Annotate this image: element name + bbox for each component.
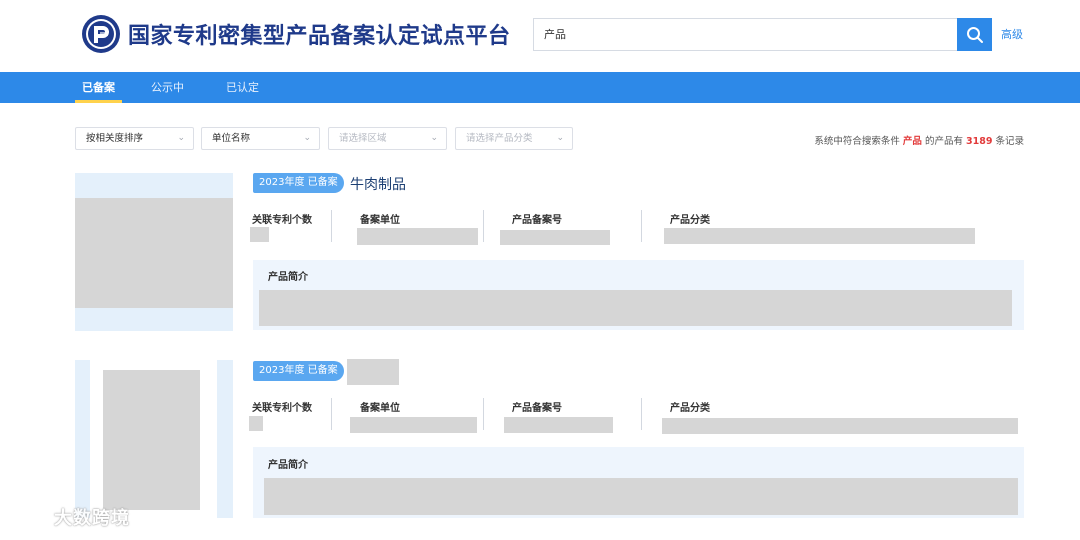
status-badge: 2023年度 已备案	[253, 173, 344, 193]
label-product-category: 产品分类	[670, 403, 710, 414]
result-summary: 系统中符合搜索条件 产品 的产品有 3189 条记录	[814, 133, 1024, 147]
chevron-down-icon: ⌄	[430, 133, 438, 143]
watermark: 大数跨境	[8, 504, 130, 530]
search-button[interactable]	[957, 18, 992, 51]
advanced-search-link[interactable]: 高级	[1001, 26, 1023, 42]
image-redacted	[103, 370, 200, 510]
result-count: 3189	[966, 136, 993, 147]
label-patent-count: 关联专利个数	[252, 215, 312, 226]
summary-prefix: 系统中符合搜索条件	[814, 136, 900, 147]
chevron-down-icon: ⌄	[177, 133, 185, 143]
chevron-down-icon: ⌄	[303, 133, 311, 143]
value-redacted	[504, 417, 613, 433]
product-thumbnail[interactable]	[75, 173, 233, 331]
category-select[interactable]: 请选择产品分类 ⌄	[455, 127, 573, 150]
label-record-number: 产品备案号	[512, 215, 562, 226]
summary-keyword: 产品	[902, 136, 922, 147]
value-redacted	[664, 228, 975, 244]
search-icon	[966, 26, 983, 43]
unit-select[interactable]: 单位名称 ⌄	[201, 127, 320, 150]
divider	[483, 210, 484, 242]
tab-certified[interactable]: 已认定	[226, 72, 259, 103]
image-redacted	[75, 198, 233, 308]
label-filing-unit: 备案单位	[360, 403, 400, 414]
product-name-link[interactable]: 牛肉制品	[350, 174, 406, 194]
divider	[641, 398, 642, 430]
label-record-number: 产品备案号	[512, 403, 562, 414]
summary-suffix: 条记录	[995, 136, 1024, 147]
value-redacted	[249, 416, 263, 431]
label-filing-unit: 备案单位	[360, 215, 400, 226]
value-redacted	[250, 227, 269, 242]
intro-redacted	[264, 478, 1018, 515]
divider	[331, 398, 332, 430]
main-nav: 已备案 公示中 已认定	[0, 72, 1080, 103]
product-intro-box: 产品简介	[253, 260, 1024, 330]
brand-mark-icon	[10, 506, 47, 528]
chevron-down-icon: ⌄	[556, 133, 564, 143]
summary-middle: 的产品有	[924, 136, 963, 147]
region-select[interactable]: 请选择区域 ⌄	[328, 127, 447, 150]
value-redacted	[500, 230, 610, 245]
label-product-intro: 产品简介	[268, 272, 308, 283]
divider	[331, 210, 332, 242]
header: 国家专利密集型产品备案认定试点平台 产品 高级	[0, 0, 1080, 72]
category-select-placeholder: 请选择产品分类	[466, 133, 533, 144]
value-redacted	[350, 417, 477, 433]
divider	[483, 398, 484, 430]
platform-logo[interactable]	[81, 14, 121, 54]
sort-select-value: 按相关度排序	[86, 133, 144, 144]
value-redacted	[662, 418, 1018, 434]
product-intro-box: 产品简介	[253, 447, 1024, 518]
tab-publicity[interactable]: 公示中	[151, 72, 184, 103]
site-title[interactable]: 国家专利密集型产品备案认定试点平台	[128, 18, 511, 50]
search-input[interactable]: 产品	[533, 18, 957, 51]
intro-redacted	[259, 290, 1012, 326]
divider	[641, 210, 642, 242]
label-product-intro: 产品简介	[268, 460, 308, 471]
label-patent-count: 关联专利个数	[252, 403, 312, 414]
tab-filed[interactable]: 已备案	[82, 72, 115, 103]
label-product-category: 产品分类	[670, 215, 710, 226]
product-name-redacted[interactable]	[347, 359, 399, 385]
unit-select-value: 单位名称	[212, 133, 251, 144]
watermark-text: 大数跨境	[54, 508, 130, 529]
value-redacted	[357, 228, 478, 245]
sort-select[interactable]: 按相关度排序 ⌄	[75, 127, 194, 150]
active-tab-indicator	[75, 100, 122, 103]
product-thumbnail[interactable]	[75, 360, 233, 518]
status-badge: 2023年度 已备案	[253, 361, 344, 381]
region-select-placeholder: 请选择区域	[339, 133, 387, 144]
